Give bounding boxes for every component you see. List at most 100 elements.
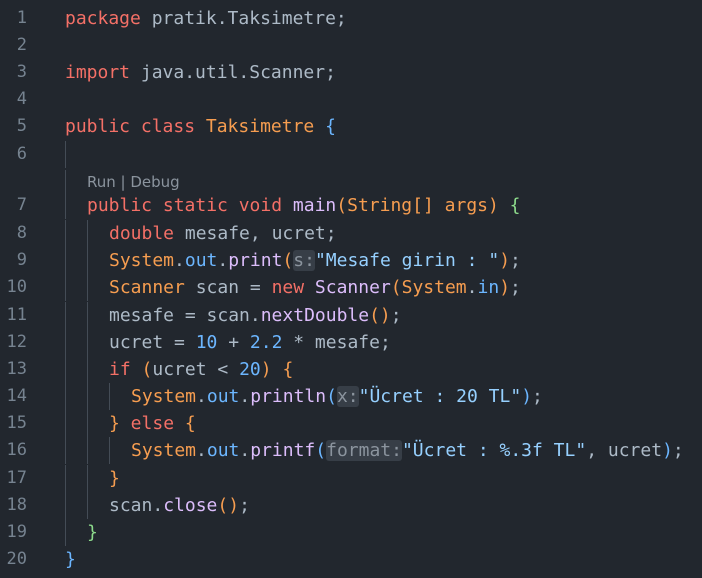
line-number: 5 [16,116,27,136]
line-number: 10 [6,277,27,297]
code-text: Scanner scan = new Scanner(System.in); [109,274,521,301]
indent-guide [65,329,66,356]
codelens: Run | Debug [87,170,180,194]
keyword: double [109,223,175,244]
indent-guide [65,410,66,437]
method-name: main [282,195,337,216]
code-text: . [239,386,251,407]
line-number: 1 [16,8,27,28]
code-editor[interactable]: 1 package pratik.Taksimetre; 2 3 import … [0,0,702,578]
code-line-13[interactable]: 13 if (ucret < 20) { [0,356,702,383]
indent-guide [65,170,66,194]
code-line-18[interactable]: 18 scan.close(); [0,492,702,519]
field-name: out [206,440,240,461]
indent-guide [65,192,66,219]
brace: } [87,522,98,543]
run-link[interactable]: Run [87,173,116,191]
indent-guide [65,302,66,329]
keyword: import [65,62,131,83]
inlay-hint: x: [336,386,359,407]
class-name: Taksimetre [195,116,315,137]
indent-guide [109,437,110,464]
code-text: + [217,332,250,353]
paren: ) [260,359,272,380]
code-text: java.util.Scanner; [130,62,336,83]
codelens-separator: | [115,173,131,191]
code-line-15[interactable]: 15 } else { [0,410,702,437]
code-text: ; [390,305,402,326]
code-line-11[interactable]: 11 mesafe = scan.nextDouble(); [0,302,702,329]
code-line-4[interactable]: 4 [0,86,702,113]
code-text: scan. [109,495,164,516]
constructor-name: Scanner [314,277,391,298]
code-line-7[interactable]: 7 public static void main(String[] args)… [0,192,702,219]
indent-guide [65,356,66,383]
code-text: , ucret [586,440,663,461]
method-name: print [228,250,283,271]
line-number: 17 [6,468,27,488]
method-name: println [250,386,327,407]
code-text: . [239,440,251,461]
keyword: if [109,359,131,380]
code-line-12[interactable]: 12 ucret = 10 + 2.2 * mesafe; [0,329,702,356]
line-number: 8 [16,223,27,243]
line-number: 2 [16,35,27,55]
class-name: System [131,386,197,407]
line-number: 7 [16,195,27,215]
code-line-8[interactable]: 8 double mesafe, ucret; [0,220,702,247]
indent-guide [65,274,66,301]
code-line-20[interactable]: 20 } [0,546,702,573]
code-line-16[interactable]: 16 System.out.printf(format:"Ücret : %.3… [0,437,702,464]
indent-guide [65,437,66,464]
paren: () [217,495,240,516]
code-line-19[interactable]: 19 } [0,519,702,546]
paren: () [369,305,391,326]
debug-link[interactable]: Debug [130,173,179,191]
code-line-6[interactable]: 6 [0,141,702,168]
indent-guide [87,274,88,301]
code-line-1[interactable]: 1 package pratik.Taksimetre; [0,5,702,32]
code-text: public static void main(String[] args) { [87,192,521,219]
code-text: scan.close(); [109,492,250,519]
paren: ) [499,250,511,271]
line-number: 14 [6,386,27,406]
code-line-5[interactable]: 5 public class Taksimetre { [0,113,702,140]
code-text: } else { [109,410,196,437]
line-number: 4 [16,89,27,109]
string-literal: "Mesafe girin : " [314,250,500,271]
code-text: ucret = 10 + 2.2 * mesafe; [109,329,391,356]
code-text: System.out.print(s:"Mesafe girin : "); [109,247,521,274]
paren: ( [336,195,348,216]
line-number: 16 [6,440,27,460]
code-line-9[interactable]: 9 System.out.print(s:"Mesafe girin : "); [0,247,702,274]
code-text: scan = [184,277,272,298]
code-text: ucret = [109,332,196,353]
indent-guide [65,141,66,168]
code-line-17[interactable]: 17 } [0,465,702,492]
code-text: double mesafe, ucret; [109,220,337,247]
param-name: args [433,195,488,216]
line-number: 19 [6,522,27,542]
type-name: String[] [347,195,434,216]
keyword: public static void [87,195,283,216]
line-number: 6 [16,144,27,164]
keyword: else [119,413,175,434]
code-line-10[interactable]: 10 Scanner scan = new Scanner(System.in)… [0,274,702,301]
class-name: System [401,277,467,298]
code-text: mesafe = scan.nextDouble(); [109,302,402,329]
brace: { [271,359,294,380]
code-line-2[interactable]: 2 [0,32,702,59]
indent-guide [87,465,88,492]
indent-guide [87,247,88,274]
code-line-14[interactable]: 14 System.out.println(x:"Ücret : 20 TL")… [0,383,702,410]
brace: { [314,116,336,137]
paren: ( [326,386,337,407]
code-line-3[interactable]: 3 import java.util.Scanner; [0,59,702,86]
paren: ( [282,250,294,271]
number-literal: 10 [195,332,218,353]
paren: ( [141,359,153,380]
brace: } [109,468,120,489]
class-name: System [109,250,175,271]
line-number: 11 [6,305,27,325]
